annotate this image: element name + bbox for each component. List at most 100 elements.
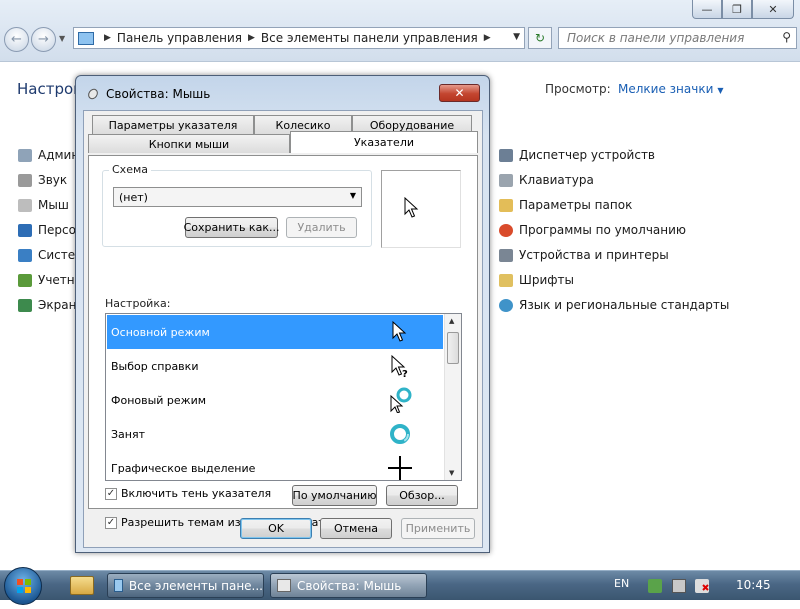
cp-item-device-manager[interactable]: Диспетчер устройств (499, 148, 655, 162)
tab-pointers[interactable]: Указатели (290, 131, 478, 153)
control-panel-icon (114, 579, 123, 592)
taskbar-item-mouse-properties[interactable]: Свойства: Мышь (270, 573, 427, 598)
view-by-value: Мелкие значки (618, 82, 714, 96)
tab-buttons[interactable]: Кнопки мыши (88, 134, 290, 153)
search-placeholder: Поиск в панели управления (567, 31, 745, 45)
mouse-icon (88, 88, 98, 100)
scheme-label: Схема (109, 163, 151, 176)
cp-item-keyboard[interactable]: Клавиатура (499, 173, 594, 187)
scrollbar-thumb[interactable] (447, 332, 459, 364)
checkmark-icon[interactable]: ✓ (105, 487, 117, 500)
list-item-busy[interactable]: Занят (107, 417, 443, 451)
dialog-close-button[interactable]: ✕ (439, 84, 480, 102)
breadcrumb-all-items[interactable]: Все элементы панели управления (261, 31, 478, 45)
scheme-value: (нет) (119, 191, 148, 204)
speaker-icon (18, 173, 32, 187)
device-manager-icon (499, 148, 513, 162)
pointers-panel: Схема (нет) ▼ Сохранить как... Удалить Н… (88, 155, 478, 509)
search-input[interactable]: Поиск в панели управления ⚲ (558, 27, 797, 49)
crosshair-cursor-icon (388, 456, 412, 480)
breadcrumb-separator-icon[interactable]: ▶ (248, 33, 255, 43)
mouse-properties-dialog: Свойства: Мышь ✕ Параметры указателя Кол… (75, 75, 490, 553)
pointer-list[interactable]: Основной режим Выбор справки ? Фоновый р… (105, 313, 462, 481)
cursor-preview (381, 170, 461, 248)
delete-scheme-button: Удалить (286, 217, 357, 238)
list-item-precision-select[interactable]: Графическое выделение (107, 451, 443, 480)
scroll-up-icon[interactable]: ▲ (449, 317, 454, 325)
scheme-select[interactable]: (нет) ▼ (113, 187, 362, 207)
forward-arrow-icon: → (38, 32, 49, 47)
browse-button[interactable]: Обзор... (386, 485, 458, 506)
cp-item-devices-printers[interactable]: Устройства и принтеры (499, 248, 669, 262)
svg-text:?: ? (402, 369, 408, 379)
back-arrow-icon: ← (11, 32, 22, 47)
checkmark-icon[interactable]: ✓ (105, 516, 117, 529)
close-button[interactable]: ✕ (752, 0, 794, 19)
personalization-icon (18, 223, 32, 237)
cp-item-region-language[interactable]: Язык и региональные стандарты (499, 298, 729, 312)
refresh-icon: ↻ (534, 31, 546, 45)
list-item-normal-select[interactable]: Основной режим (107, 315, 443, 349)
cp-item-default-programs[interactable]: Программы по умолчанию (499, 223, 686, 237)
enable-pointer-shadow-checkbox[interactable]: ✓ Включить тень указателя (105, 487, 271, 500)
search-icon[interactable]: ⚲ (782, 30, 791, 44)
cp-item-label: Звук (38, 173, 68, 187)
tab-pointer-options[interactable]: Параметры указателя (92, 115, 254, 134)
cp-item-display[interactable]: Экран (18, 298, 76, 312)
globe-icon (499, 298, 513, 312)
breadcrumb-separator-icon[interactable]: ▶ (484, 33, 491, 43)
cp-item-label: Клавиатура (519, 173, 594, 187)
pointer-list-scrollbar[interactable]: ▲ ▼ (444, 314, 461, 480)
pointer-label: Занят (111, 427, 146, 441)
cp-item-sound[interactable]: Звук (18, 173, 67, 187)
view-by-dropdown[interactable]: Мелкие значки ▼ (618, 82, 724, 96)
windows-logo-icon (17, 579, 31, 593)
cp-item-mouse[interactable]: Мыш (18, 198, 69, 212)
pointer-label: Графическое выделение (111, 461, 256, 475)
list-item-help-select[interactable]: Выбор справки ? (107, 349, 443, 383)
system-clock[interactable]: 10:45 (736, 578, 771, 592)
cp-item-personalization[interactable]: Персо (18, 223, 76, 237)
mouse-icon (18, 198, 32, 212)
pointer-label: Выбор справки (111, 359, 199, 373)
start-button[interactable] (4, 567, 42, 605)
action-center-flag-icon[interactable] (648, 579, 662, 593)
help-cursor-icon: ? (391, 354, 408, 379)
close-icon: ✕ (454, 86, 465, 100)
cp-item-label: Шрифты (519, 273, 574, 287)
restore-button[interactable]: ❐ (722, 0, 752, 19)
address-bar[interactable]: ▶ Панель управления ▶ Все элементы панел… (73, 27, 525, 49)
breadcrumb-separator-icon[interactable]: ▶ (104, 33, 111, 43)
save-as-button[interactable]: Сохранить как... (184, 217, 279, 238)
explorer-pinned-folder-icon[interactable] (70, 576, 94, 595)
pointer-label: Основной режим (111, 325, 210, 339)
dialog-body: Параметры указателя Колесико Оборудовани… (83, 110, 483, 548)
network-icon[interactable] (672, 579, 686, 593)
arrow-cursor-icon (392, 320, 407, 342)
cp-item-admin[interactable]: Админ (18, 148, 79, 162)
back-button[interactable]: ← (4, 27, 29, 52)
scroll-down-icon[interactable]: ▼ (449, 469, 454, 477)
refresh-button[interactable]: ↻ (528, 27, 552, 49)
list-item-working-in-background[interactable]: Фоновый режим (107, 383, 443, 417)
use-default-button[interactable]: По умолчанию (292, 485, 377, 506)
recent-pages-chevron-icon[interactable]: ▼ (59, 34, 65, 43)
cp-item-folder-options[interactable]: Параметры папок (499, 198, 632, 212)
cancel-button[interactable]: Отмена (320, 518, 392, 539)
address-dropdown-icon[interactable]: ▼ (513, 32, 520, 42)
forward-button[interactable]: → (31, 27, 56, 52)
cp-item-fonts[interactable]: Шрифты (499, 273, 574, 287)
folder-icon (499, 198, 513, 212)
cp-item-label: Программы по умолчанию (519, 223, 687, 237)
breadcrumb-control-panel[interactable]: Панель управления (117, 31, 242, 45)
mouse-icon (277, 579, 291, 592)
taskbar: Все элементы пане... Свойства: Мышь EN 1… (0, 567, 800, 605)
window-toolbar: — ❐ ✕ ← → ▼ ▶ Панель управления ▶ Все эл… (0, 0, 800, 62)
language-indicator[interactable]: EN (614, 577, 629, 590)
checkbox-label: Включить тень указателя (121, 487, 272, 500)
pointer-label: Фоновый режим (111, 393, 207, 407)
ok-button[interactable]: OK (240, 518, 312, 539)
volume-muted-icon[interactable] (695, 579, 709, 593)
taskbar-item-control-panel[interactable]: Все элементы пане... (107, 573, 264, 598)
minimize-button[interactable]: — (692, 0, 722, 19)
